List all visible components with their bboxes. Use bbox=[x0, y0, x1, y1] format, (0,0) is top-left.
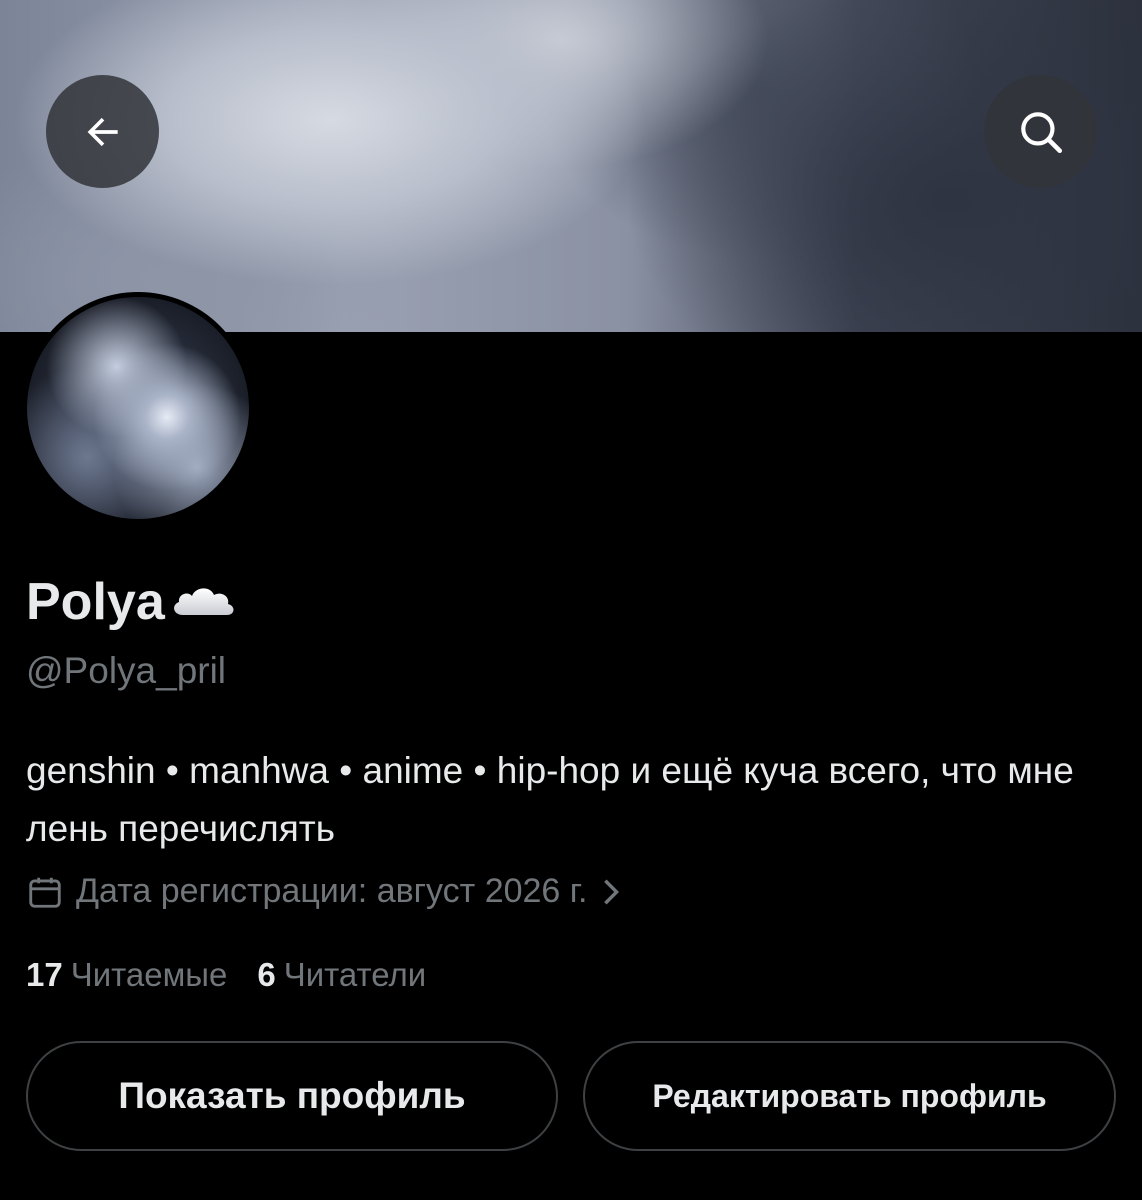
followers-count: 6 bbox=[257, 956, 276, 993]
following-count: 17 bbox=[26, 956, 63, 993]
avatar[interactable] bbox=[22, 292, 254, 524]
avatar-image bbox=[27, 297, 249, 519]
followers-label: Читатели bbox=[283, 956, 427, 993]
follow-stats: 17 Читаемые 6 Читатели bbox=[26, 956, 426, 994]
display-name: Polya bbox=[26, 572, 239, 632]
profile-bio: genshin • manhwa • anime • hip-hop и ещё… bbox=[26, 750, 1074, 849]
arrow-left-icon bbox=[87, 117, 118, 146]
joined-date-row[interactable]: Дата регистрации: август 2026 г. bbox=[26, 872, 621, 911]
search-icon bbox=[1020, 111, 1062, 153]
display-name-text: Polya bbox=[26, 573, 165, 631]
edit-profile-button[interactable]: Редактировать профиль bbox=[583, 1041, 1116, 1151]
followers-link[interactable]: 6 Читатели bbox=[257, 956, 426, 994]
profile-banner-image[interactable] bbox=[0, 0, 1142, 332]
cloud-icon bbox=[169, 572, 239, 632]
joined-date-text: Дата регистрации: август 2026 г. bbox=[76, 872, 588, 910]
search-button[interactable] bbox=[984, 75, 1097, 188]
calendar-icon bbox=[26, 873, 64, 911]
following-label: Читаемые bbox=[70, 956, 228, 993]
back-button[interactable] bbox=[46, 75, 159, 188]
profile-handle: @Polya_pril bbox=[26, 650, 227, 691]
following-link[interactable]: 17 Читаемые bbox=[26, 956, 227, 994]
chevron-right-icon bbox=[601, 877, 621, 907]
show-profile-button[interactable]: Показать профиль bbox=[26, 1041, 558, 1151]
profile-page: Polya @Polya_pril genshin • manhwa • ani… bbox=[0, 0, 1142, 1200]
